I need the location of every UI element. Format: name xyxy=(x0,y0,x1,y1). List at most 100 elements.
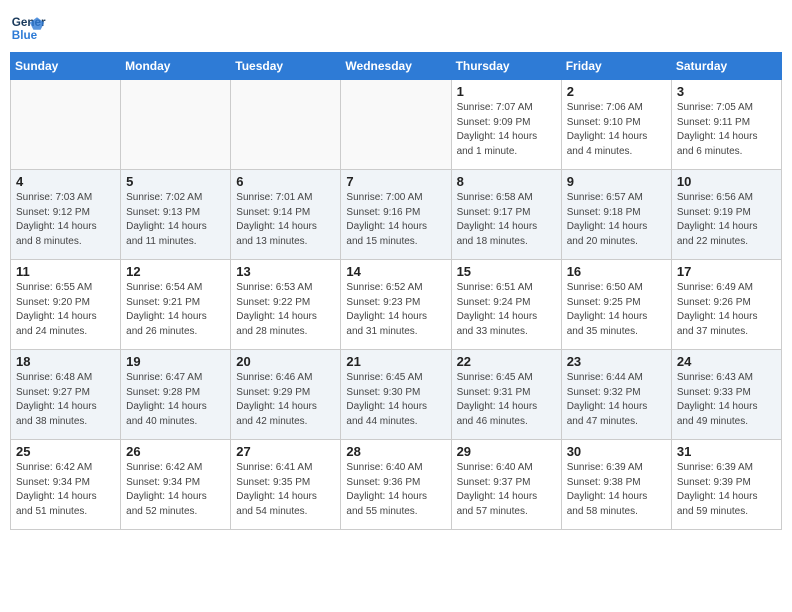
calendar-cell: 5 Sunrise: 7:02 AM Sunset: 9:13 PM Daylig… xyxy=(121,170,231,260)
day-info: Sunrise: 6:47 AM Sunset: 9:28 PM Dayligh… xyxy=(126,371,225,429)
day-info: Sunrise: 6:42 AM Sunset: 9:34 PM Dayligh… xyxy=(16,461,115,519)
day-number: 31 xyxy=(677,444,776,459)
week-row-4: 18 Sunrise: 6:48 AM Sunset: 9:27 PM Dayli… xyxy=(11,350,782,440)
day-number: 24 xyxy=(677,354,776,369)
day-info: Sunrise: 6:54 AM Sunset: 9:21 PM Dayligh… xyxy=(126,281,225,339)
day-info: Sunrise: 6:50 AM Sunset: 9:25 PM Dayligh… xyxy=(567,281,666,339)
day-number: 23 xyxy=(567,354,666,369)
week-row-2: 4Sunrise: 7:03 AM Sunset: 9:12 PM Daylig… xyxy=(11,170,782,260)
day-number: 1 xyxy=(457,84,556,99)
day-number: 11 xyxy=(16,264,115,279)
day-info: Sunrise: 7:07 AM Sunset: 9:09 PM Dayligh… xyxy=(457,101,556,159)
day-info: Sunrise: 6:45 AM Sunset: 9:31 PM Dayligh… xyxy=(457,371,556,429)
header: General Blue xyxy=(10,10,782,46)
day-number: 21 xyxy=(346,354,445,369)
calendar-table: SundayMondayTuesdayWednesdayThursdayFrid… xyxy=(10,52,782,530)
calendar-cell: 4Sunrise: 7:03 AM Sunset: 9:12 PM Daylig… xyxy=(11,170,121,260)
calendar-cell: 8 Sunrise: 6:58 AM Sunset: 9:17 PM Daylig… xyxy=(451,170,561,260)
calendar-cell: 22Sunrise: 6:45 AM Sunset: 9:31 PM Dayli… xyxy=(451,350,561,440)
calendar-cell: 28 Sunrise: 6:40 AM Sunset: 9:36 PM Dayli… xyxy=(341,440,451,530)
day-number: 26 xyxy=(126,444,225,459)
header-row: SundayMondayTuesdayWednesdayThursdayFrid… xyxy=(11,53,782,80)
col-header-saturday: Saturday xyxy=(671,53,781,80)
calendar-cell: 25Sunrise: 6:42 AM Sunset: 9:34 PM Dayli… xyxy=(11,440,121,530)
calendar-cell: 14Sunrise: 6:52 AM Sunset: 9:23 PM Dayli… xyxy=(341,260,451,350)
day-number: 14 xyxy=(346,264,445,279)
day-info: Sunrise: 6:41 AM Sunset: 9:35 PM Dayligh… xyxy=(236,461,335,519)
day-number: 28 xyxy=(346,444,445,459)
calendar-cell: 17 Sunrise: 6:49 AM Sunset: 9:26 PM Dayli… xyxy=(671,260,781,350)
day-info: Sunrise: 6:40 AM Sunset: 9:36 PM Dayligh… xyxy=(346,461,445,519)
col-header-monday: Monday xyxy=(121,53,231,80)
day-info: Sunrise: 7:06 AM Sunset: 9:10 PM Dayligh… xyxy=(567,101,666,159)
day-number: 27 xyxy=(236,444,335,459)
calendar-cell: 11 Sunrise: 6:55 AM Sunset: 9:20 PM Dayli… xyxy=(11,260,121,350)
week-row-5: 25Sunrise: 6:42 AM Sunset: 9:34 PM Dayli… xyxy=(11,440,782,530)
calendar-cell: 24 Sunrise: 6:43 AM Sunset: 9:33 PM Dayli… xyxy=(671,350,781,440)
day-info: Sunrise: 6:51 AM Sunset: 9:24 PM Dayligh… xyxy=(457,281,556,339)
day-info: Sunrise: 6:48 AM Sunset: 9:27 PM Dayligh… xyxy=(16,371,115,429)
day-info: Sunrise: 6:42 AM Sunset: 9:34 PM Dayligh… xyxy=(126,461,225,519)
calendar-cell: 26 Sunrise: 6:42 AM Sunset: 9:34 PM Dayli… xyxy=(121,440,231,530)
day-number: 12 xyxy=(126,264,225,279)
day-number: 8 xyxy=(457,174,556,189)
svg-text:Blue: Blue xyxy=(12,29,38,42)
day-number: 19 xyxy=(126,354,225,369)
calendar-cell: 18 Sunrise: 6:48 AM Sunset: 9:27 PM Dayli… xyxy=(11,350,121,440)
calendar-cell: 6 Sunrise: 7:01 AM Sunset: 9:14 PM Daylig… xyxy=(231,170,341,260)
calendar-cell: 16 Sunrise: 6:50 AM Sunset: 9:25 PM Dayli… xyxy=(561,260,671,350)
day-info: Sunrise: 6:49 AM Sunset: 9:26 PM Dayligh… xyxy=(677,281,776,339)
day-number: 5 xyxy=(126,174,225,189)
calendar-cell: 7Sunrise: 7:00 AM Sunset: 9:16 PM Daylig… xyxy=(341,170,451,260)
day-number: 2 xyxy=(567,84,666,99)
day-number: 29 xyxy=(457,444,556,459)
day-number: 16 xyxy=(567,264,666,279)
col-header-thursday: Thursday xyxy=(451,53,561,80)
calendar-cell: 31 Sunrise: 6:39 AM Sunset: 9:39 PM Dayli… xyxy=(671,440,781,530)
day-info: Sunrise: 6:58 AM Sunset: 9:17 PM Dayligh… xyxy=(457,191,556,249)
day-number: 15 xyxy=(457,264,556,279)
calendar-cell: 29 Sunrise: 6:40 AM Sunset: 9:37 PM Dayli… xyxy=(451,440,561,530)
col-header-tuesday: Tuesday xyxy=(231,53,341,80)
calendar-cell: 15 Sunrise: 6:51 AM Sunset: 9:24 PM Dayli… xyxy=(451,260,561,350)
calendar-cell xyxy=(341,80,451,170)
col-header-sunday: Sunday xyxy=(11,53,121,80)
day-info: Sunrise: 7:01 AM Sunset: 9:14 PM Dayligh… xyxy=(236,191,335,249)
day-info: Sunrise: 6:46 AM Sunset: 9:29 PM Dayligh… xyxy=(236,371,335,429)
day-info: Sunrise: 6:39 AM Sunset: 9:38 PM Dayligh… xyxy=(567,461,666,519)
day-number: 13 xyxy=(236,264,335,279)
day-number: 4 xyxy=(16,174,115,189)
day-number: 18 xyxy=(16,354,115,369)
day-number: 17 xyxy=(677,264,776,279)
calendar-cell xyxy=(231,80,341,170)
col-header-friday: Friday xyxy=(561,53,671,80)
day-info: Sunrise: 6:55 AM Sunset: 9:20 PM Dayligh… xyxy=(16,281,115,339)
calendar-cell: 1 Sunrise: 7:07 AM Sunset: 9:09 PM Daylig… xyxy=(451,80,561,170)
col-header-wednesday: Wednesday xyxy=(341,53,451,80)
calendar-cell: 27 Sunrise: 6:41 AM Sunset: 9:35 PM Dayli… xyxy=(231,440,341,530)
calendar-cell: 12 Sunrise: 6:54 AM Sunset: 9:21 PM Dayli… xyxy=(121,260,231,350)
calendar-cell: 10 Sunrise: 6:56 AM Sunset: 9:19 PM Dayli… xyxy=(671,170,781,260)
day-info: Sunrise: 7:02 AM Sunset: 9:13 PM Dayligh… xyxy=(126,191,225,249)
logo-icon: General Blue xyxy=(10,10,46,46)
day-number: 7 xyxy=(346,174,445,189)
week-row-1: 1 Sunrise: 7:07 AM Sunset: 9:09 PM Daylig… xyxy=(11,80,782,170)
calendar-cell: 3 Sunrise: 7:05 AM Sunset: 9:11 PM Daylig… xyxy=(671,80,781,170)
day-number: 10 xyxy=(677,174,776,189)
logo: General Blue xyxy=(10,10,50,46)
day-number: 3 xyxy=(677,84,776,99)
day-info: Sunrise: 7:05 AM Sunset: 9:11 PM Dayligh… xyxy=(677,101,776,159)
day-info: Sunrise: 6:39 AM Sunset: 9:39 PM Dayligh… xyxy=(677,461,776,519)
day-number: 6 xyxy=(236,174,335,189)
day-number: 20 xyxy=(236,354,335,369)
calendar-cell: 21 Sunrise: 6:45 AM Sunset: 9:30 PM Dayli… xyxy=(341,350,451,440)
calendar-cell xyxy=(11,80,121,170)
day-info: Sunrise: 6:45 AM Sunset: 9:30 PM Dayligh… xyxy=(346,371,445,429)
day-info: Sunrise: 6:57 AM Sunset: 9:18 PM Dayligh… xyxy=(567,191,666,249)
calendar-cell xyxy=(121,80,231,170)
day-info: Sunrise: 6:44 AM Sunset: 9:32 PM Dayligh… xyxy=(567,371,666,429)
calendar-cell: 19 Sunrise: 6:47 AM Sunset: 9:28 PM Dayli… xyxy=(121,350,231,440)
day-info: Sunrise: 6:43 AM Sunset: 9:33 PM Dayligh… xyxy=(677,371,776,429)
day-info: Sunrise: 6:56 AM Sunset: 9:19 PM Dayligh… xyxy=(677,191,776,249)
day-info: Sunrise: 6:40 AM Sunset: 9:37 PM Dayligh… xyxy=(457,461,556,519)
